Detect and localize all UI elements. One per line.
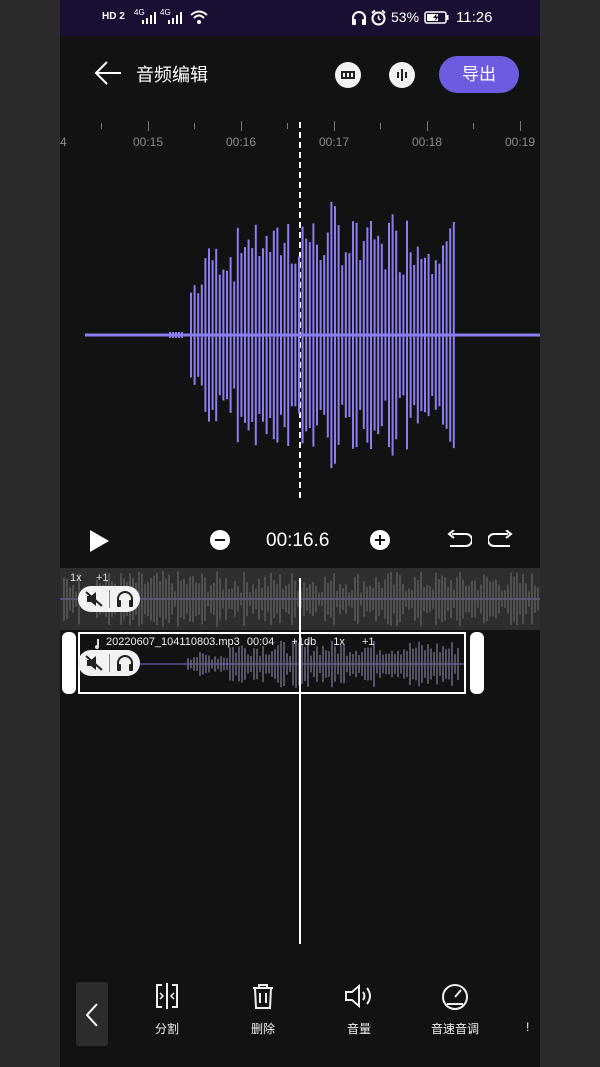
- ruler-label: 00:16: [225, 135, 257, 149]
- music-note-icon: [95, 639, 99, 649]
- delete-tool[interactable]: 删除: [228, 982, 298, 1037]
- ruler-tick: [101, 123, 102, 129]
- clip-left-handle[interactable]: [62, 632, 76, 694]
- more-tools-indicator[interactable]: !: [526, 1020, 529, 1034]
- ruler-tick: [241, 121, 242, 131]
- split-tool[interactable]: 分割: [132, 982, 202, 1037]
- ruler-tick: [287, 123, 288, 129]
- ruler-tick: [194, 123, 195, 129]
- collapse-toolbar-button[interactable]: [76, 982, 108, 1046]
- track-speed: 1x: [70, 572, 82, 584]
- ruler-tick: [427, 121, 428, 131]
- audio-bars-icon: [397, 69, 407, 81]
- track-1-controls: [78, 586, 140, 612]
- page-title: 音频编辑: [136, 65, 208, 85]
- split-icon: [156, 983, 178, 1009]
- headphones-icon[interactable]: [115, 654, 135, 672]
- trash-icon: [253, 984, 273, 1009]
- ruler-tick: [380, 123, 381, 129]
- ruler-label: 14: [60, 135, 67, 149]
- status-bar: HD 2 4G 4G 53% 11:26: [60, 0, 540, 36]
- mute-icon[interactable]: [84, 590, 104, 608]
- ruler-label: 00:15: [132, 135, 164, 149]
- chevron-left-icon: [85, 1003, 98, 1027]
- divider: [109, 590, 110, 608]
- tool-label: 分割: [154, 1022, 179, 1036]
- clip-extra: +1: [361, 636, 375, 648]
- ruler-label: 00:17: [318, 135, 350, 149]
- film-strip-icon: [341, 71, 355, 79]
- headphones-icon: [352, 11, 366, 25]
- clip-file-name: 20220607_104110803.mp3: [106, 636, 240, 648]
- main-waveform[interactable]: [60, 190, 540, 480]
- playback-controls: 00:16.6: [60, 520, 540, 560]
- volume-icon: [345, 983, 371, 1009]
- volume-tool[interactable]: 音量: [324, 982, 394, 1037]
- ruler-tick: [148, 121, 149, 131]
- clip-duration: 00:04: [246, 636, 275, 648]
- signal-bars-icon: [142, 12, 156, 24]
- network-badge: HD 2: [102, 11, 125, 22]
- timeline-playhead[interactable]: [299, 578, 301, 944]
- wifi-icon: [190, 10, 208, 24]
- track-2-controls: [78, 650, 140, 676]
- ruler-tick: [334, 121, 335, 131]
- waveform-button[interactable]: [389, 62, 415, 88]
- signal-bars-icon: [168, 12, 182, 24]
- ruler-label: 00:18: [411, 135, 443, 149]
- headphones-icon[interactable]: [115, 590, 135, 608]
- speed-pitch-tool[interactable]: 音速音调: [420, 982, 490, 1037]
- undo-icon[interactable]: [446, 530, 472, 550]
- export-button[interactable]: 导出: [439, 56, 519, 93]
- tool-label: 删除: [250, 1022, 275, 1036]
- ruler-tick: [520, 121, 521, 131]
- zoom-in-icon[interactable]: [370, 530, 390, 550]
- clock: 11:26: [456, 9, 493, 26]
- tool-label: 音速音调: [430, 1022, 479, 1036]
- app-bar: 音频编辑 导出: [60, 52, 540, 96]
- track-gain: +1: [96, 572, 109, 584]
- bottom-toolbar: 分割 删除 音量 音速音调 !: [60, 982, 540, 1046]
- noise-reduction-button[interactable]: [335, 62, 361, 88]
- ruler-label: 00:19: [504, 135, 536, 149]
- ruler-tick: [473, 123, 474, 129]
- play-icon[interactable]: [87, 528, 111, 554]
- current-time: 00:16.6: [266, 530, 330, 551]
- mute-icon[interactable]: [84, 654, 104, 672]
- clip-speed: 1x: [333, 636, 345, 648]
- alarm-icon: [371, 9, 386, 26]
- zoom-out-icon[interactable]: [210, 530, 230, 550]
- clip-right-handle[interactable]: [470, 632, 484, 694]
- speedometer-icon: [442, 984, 468, 1010]
- tool-label: 音量: [346, 1022, 371, 1036]
- clip-info: 20220607_104110803.mp3 00:04 +1db 1x +1: [106, 636, 375, 648]
- battery-charging-icon: [424, 11, 449, 24]
- audio-editor-screen: HD 2 4G 4G 53% 11:26 音频编辑 导出 14: [60, 0, 540, 1067]
- divider: [109, 654, 110, 672]
- back-arrow-icon[interactable]: [94, 60, 122, 86]
- redo-icon[interactable]: [488, 530, 514, 550]
- battery-percent: 53%: [391, 9, 420, 25]
- clip-volume: +1db: [291, 636, 317, 648]
